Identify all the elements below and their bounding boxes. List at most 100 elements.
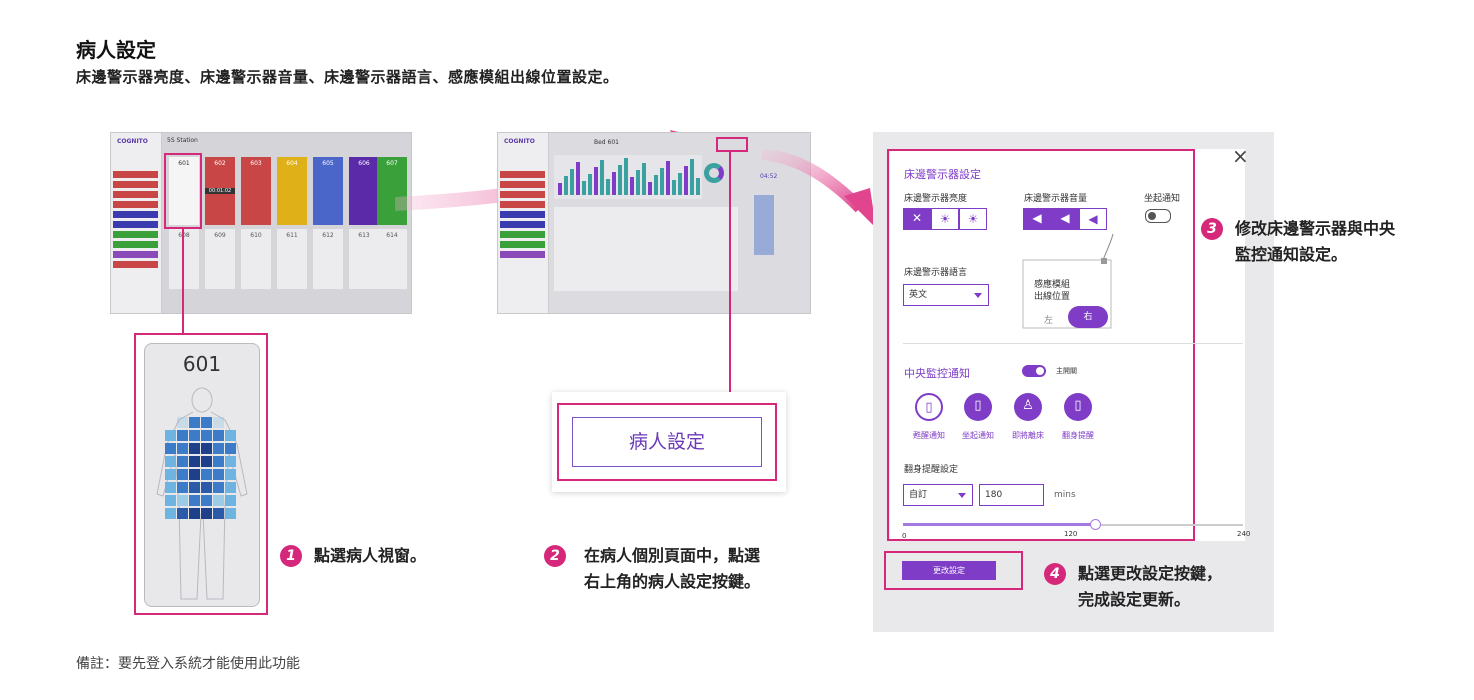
turn-mode-select[interactable]: 自訂 [903, 484, 973, 506]
mini-bar [678, 173, 682, 195]
pressure-cell [201, 456, 212, 467]
mini-bar [684, 166, 688, 195]
leave-bed-label: 即將離床 [1012, 431, 1044, 440]
mini-logo-2: COGNITO [504, 138, 535, 145]
mini-card-606[interactable]: 606 [349, 157, 379, 225]
turn-minutes-input[interactable]: 180 [979, 484, 1044, 506]
mini-sidebar: COGNITO [111, 133, 162, 313]
mini-bar [630, 177, 634, 195]
mini-bar [648, 182, 652, 195]
turn-remind-icon[interactable]: ▯ [1064, 393, 1092, 421]
mini-card-608[interactable]: 608 [169, 229, 199, 289]
turn-minutes-value: 180 [985, 490, 1003, 500]
language-select[interactable]: 英文 [903, 284, 989, 306]
chevron-down-icon [974, 293, 982, 298]
mini-sidebar-2: COGNITO [498, 133, 549, 313]
leave-bed-icon[interactable]: ♙ [1014, 393, 1042, 421]
mini-bar [636, 170, 640, 195]
pressure-cell [225, 469, 236, 480]
sensor-right-option[interactable]: 右 [1068, 306, 1108, 328]
pressure-cell [213, 469, 224, 480]
mini-station-title: 5S Station [167, 137, 198, 144]
mini-bar [570, 169, 574, 195]
bedside-section-title: 床邊警示器設定 [904, 168, 981, 181]
pressure-cell [165, 482, 176, 493]
connector-line-1 [182, 229, 184, 333]
pressure-cell [189, 508, 200, 519]
brightness-low-button[interactable]: ☀ [931, 208, 959, 230]
mini-bar [588, 174, 592, 195]
mini-bar [642, 163, 646, 195]
step-3-line2: 監控通知設定。 [1235, 245, 1348, 264]
pressure-cell [189, 469, 200, 480]
sensor-left-option[interactable]: 左 [1044, 313, 1053, 326]
patient-settings-button[interactable]: 病人設定 [572, 417, 762, 467]
brightness-high-button[interactable]: ☀ [959, 208, 987, 230]
mini-bar [612, 172, 616, 195]
step-1-badge: 1 [280, 545, 302, 567]
pressure-cell [189, 430, 200, 441]
step-2-badge: 2 [544, 545, 566, 567]
pressure-cell [189, 456, 200, 467]
pressure-cell [225, 430, 236, 441]
mini-card-605[interactable]: 605 [313, 157, 343, 225]
pressure-cell [189, 495, 200, 506]
connector-line-2 [729, 152, 731, 403]
sensor-label-2: 出線位置 [1034, 292, 1071, 302]
mini-scatter [554, 207, 738, 291]
slider-min-label: 0 [902, 532, 907, 540]
sit-notify-toggle[interactable] [1145, 209, 1171, 223]
mini-card-614[interactable]: 614 [377, 229, 407, 289]
pressure-cell [213, 417, 224, 428]
sit-notify-icon[interactable]: ▯ [964, 393, 992, 421]
mini-card-612[interactable]: 612 [313, 229, 343, 289]
language-label: 床邊警示器語言 [904, 268, 968, 278]
mini-bar [594, 167, 598, 195]
mini-logo: COGNITO [117, 138, 148, 145]
central-section-title: 中央監控通知 [904, 367, 970, 380]
master-switch-toggle[interactable] [1022, 365, 1046, 377]
wake-notify-icon[interactable]: ▯ [915, 393, 943, 421]
mini-bar [564, 176, 568, 195]
update-settings-button[interactable]: 更改設定 [902, 561, 996, 580]
flow-arrow-2 [762, 150, 876, 228]
pressure-cell [189, 482, 200, 493]
brightness-off-button[interactable]: ✕ [903, 208, 931, 230]
mini-card-610[interactable]: 610 [241, 229, 271, 289]
mini-bar [690, 159, 694, 195]
pressure-cell [177, 469, 188, 480]
pressure-cell [225, 443, 236, 454]
volume-low-button[interactable]: ◀ [1051, 208, 1079, 230]
mini-bar [660, 168, 664, 195]
pressure-cell [177, 508, 188, 519]
pressure-cell [201, 443, 212, 454]
step-2-line1: 在病人個別頁面中，點選 [584, 546, 761, 565]
pressure-cell [201, 469, 212, 480]
mini-card-611[interactable]: 611 [277, 229, 307, 289]
sit-notify-label: 坐起通知 [1144, 194, 1181, 204]
highlight-card-601 [164, 153, 202, 229]
pressure-cell [165, 495, 176, 506]
panel-divider [903, 343, 1243, 344]
patient-card-room: 601 [182, 352, 222, 376]
volume-high-button[interactable]: ◀ [1079, 208, 1107, 230]
mini-card-603[interactable]: 603 [241, 157, 271, 225]
mini-card-604[interactable]: 604 [277, 157, 307, 225]
turn-slider-handle[interactable] [1090, 519, 1101, 530]
volume-mute-button[interactable]: ◀ [1023, 208, 1051, 230]
pressure-cell [165, 508, 176, 519]
pressure-cell [225, 456, 236, 467]
close-icon[interactable]: × [1232, 144, 1249, 168]
pressure-cell [177, 417, 188, 428]
turn-mode-value: 自訂 [909, 490, 928, 500]
mini-bar [600, 160, 604, 195]
mini-bar [606, 179, 610, 195]
mini-card-609[interactable]: 609 [205, 229, 235, 289]
pressure-cell [213, 508, 224, 519]
step-3-line1: 修改床邊警示器與中央 [1235, 219, 1396, 238]
turn-remind-label: 翻身提醒 [1062, 431, 1094, 440]
page-title: 病人設定 [76, 38, 156, 62]
mini-bar [558, 183, 562, 195]
pressure-cell [165, 469, 176, 480]
mini-card-613[interactable]: 613 [349, 229, 379, 289]
